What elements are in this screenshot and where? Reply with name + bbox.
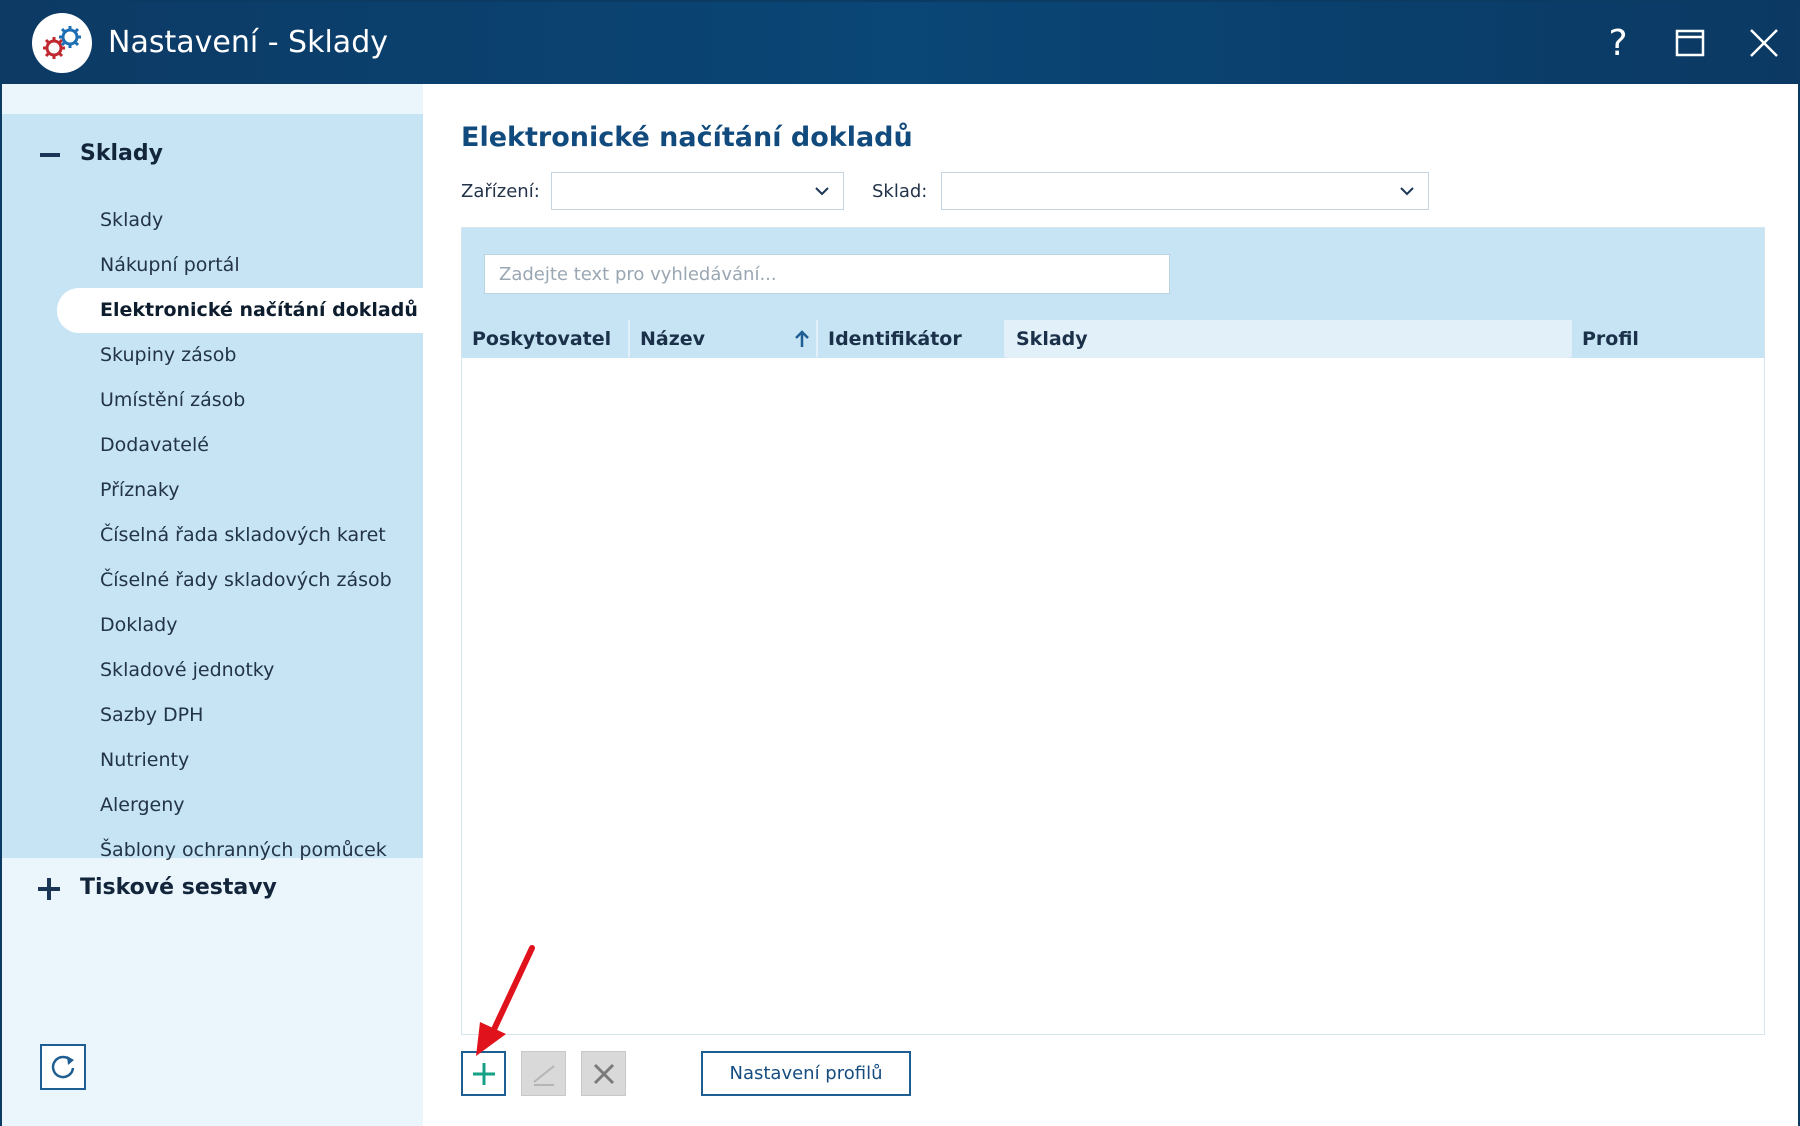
app-logo-gears-icon	[32, 13, 92, 73]
sidebar-item-ciselne-rady-skladovych-zasob[interactable]: Číselné řady skladových zásob	[2, 558, 423, 603]
sidebar-group-header[interactable]: Sklady	[2, 126, 423, 182]
grid-header: Poskytovatel Název Identifikátor Sklady …	[462, 320, 1764, 358]
sidebar: Sklady Sklady Nákupní portál Elektronick…	[2, 84, 423, 1126]
chevron-down-icon	[815, 187, 829, 196]
main-content: Elektronické načítání dokladů Zařízení: …	[423, 84, 1798, 1126]
data-grid: Poskytovatel Název Identifikátor Sklady …	[461, 227, 1765, 1035]
delete-button[interactable]	[581, 1051, 626, 1096]
chevron-down-icon	[1400, 187, 1414, 196]
sidebar-group-sklady: Sklady Sklady Nákupní portál Elektronick…	[2, 114, 423, 861]
sidebar-item-sklady[interactable]: Sklady	[2, 198, 423, 243]
profile-settings-button[interactable]: Nastavení profilů	[701, 1051, 911, 1096]
sidebar-item-nutrienty[interactable]: Nutrienty	[2, 738, 423, 783]
sort-ascending-icon	[795, 330, 809, 347]
help-icon: ?	[1608, 22, 1628, 64]
sidebar-item-sazby-dph[interactable]: Sazby DPH	[2, 693, 423, 738]
sidebar-item-skupiny-zasob[interactable]: Skupiny zásob	[2, 333, 423, 378]
sidebar-item-doklady[interactable]: Doklady	[2, 603, 423, 648]
warehouse-select[interactable]	[941, 172, 1429, 210]
column-header-poskytovatel[interactable]: Poskytovatel	[462, 320, 628, 358]
column-header-sklady[interactable]: Sklady	[1006, 320, 1570, 358]
settings-window: Nastavení - Sklady ? Sklady Sklady Nákup…	[0, 0, 1800, 1126]
maximize-button[interactable]	[1662, 16, 1718, 70]
sidebar-group2-title: Tiskové sestavy	[80, 875, 277, 900]
window-title: Nastavení - Sklady	[108, 25, 388, 60]
maximize-icon	[1675, 29, 1705, 57]
delete-x-icon	[593, 1063, 614, 1084]
sidebar-item-dodavatele[interactable]: Dodavatelé	[2, 423, 423, 468]
sidebar-group-title: Sklady	[80, 141, 163, 166]
search-input[interactable]	[484, 254, 1170, 294]
title-bar: Nastavení - Sklady ?	[2, 2, 1798, 84]
warehouse-label: Sklad:	[872, 181, 928, 202]
sidebar-item-skladove-jednotky[interactable]: Skladové jednotky	[2, 648, 423, 693]
device-label: Zařízení:	[461, 181, 540, 202]
collapse-minus-icon[interactable]	[40, 153, 60, 157]
sidebar-item-priznaky[interactable]: Příznaky	[2, 468, 423, 513]
column-header-nazev-label: Název	[640, 328, 706, 350]
sidebar-item-alergeny[interactable]: Alergeny	[2, 783, 423, 828]
plus-icon	[472, 1062, 495, 1085]
column-header-profil[interactable]: Profil	[1572, 320, 1764, 358]
device-select[interactable]	[551, 172, 844, 210]
sidebar-item-elektronicke-nacitani-dokladu[interactable]: Elektronické načítání dokladů	[57, 288, 423, 333]
refresh-button[interactable]	[40, 1044, 86, 1090]
expand-plus-icon[interactable]	[38, 878, 60, 900]
sidebar-list: Sklady Nákupní portál Elektronické načít…	[2, 198, 423, 873]
column-header-nazev[interactable]: Název	[630, 320, 816, 358]
grid-body	[462, 359, 1764, 1034]
close-button[interactable]	[1736, 16, 1792, 70]
column-header-identifikator[interactable]: Identifikátor	[818, 320, 1004, 358]
page-title: Elektronické načítání dokladů	[461, 122, 913, 153]
sidebar-group-tiskove-sestavy[interactable]: Tiskové sestavy	[2, 860, 423, 916]
sidebar-item-umisteni-zasob[interactable]: Umístění zásob	[2, 378, 423, 423]
help-button[interactable]: ?	[1590, 16, 1646, 70]
refresh-icon	[51, 1055, 75, 1079]
add-button[interactable]	[461, 1051, 506, 1096]
close-icon	[1750, 29, 1778, 57]
search-area	[462, 228, 1764, 320]
edit-button[interactable]	[521, 1051, 566, 1096]
pencil-icon	[532, 1064, 555, 1086]
sidebar-item-nakupni-portal[interactable]: Nákupní portál	[2, 243, 423, 288]
sidebar-item-ciselna-rada-skladovych-karet[interactable]: Číselná řada skladových karet	[2, 513, 423, 558]
